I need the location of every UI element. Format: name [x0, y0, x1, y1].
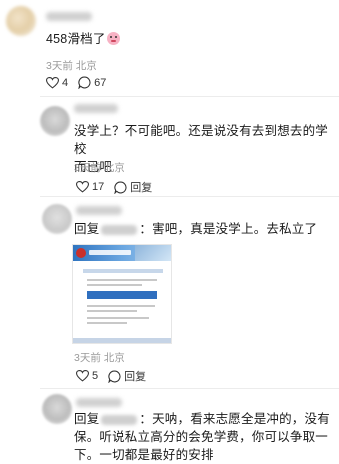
comment-text: 458滑档了 — [46, 30, 120, 48]
avatar[interactable] — [6, 6, 36, 36]
reply-count: 67 — [94, 76, 107, 89]
like-count: 5 — [92, 370, 99, 382]
heart-outline-icon — [46, 76, 59, 89]
comment-actions: 4 67 — [46, 76, 116, 89]
divider — [40, 196, 339, 197]
mentioned-username[interactable] — [101, 224, 138, 235]
username[interactable] — [46, 12, 92, 21]
reply-label: 回复 — [124, 371, 147, 383]
comment-actions: 17 回复 — [76, 179, 162, 195]
like-button[interactable]: 5 — [76, 370, 98, 382]
comment-text: 回复 ：天呐，看来志愿全是冲的，没有 保。听说私立高分的会免学费，你可以争取一 下… — [74, 412, 330, 462]
reply-button[interactable]: 回复 — [114, 179, 152, 195]
speech-bubble-icon — [78, 76, 91, 89]
like-count: 4 — [62, 76, 69, 89]
comment-meta: 3天前 北京 — [74, 162, 125, 174]
comment-actions: 5 回复 — [76, 368, 156, 384]
username[interactable] — [76, 398, 122, 407]
heart-outline-icon — [76, 181, 89, 193]
divider — [40, 96, 339, 97]
reply-button[interactable]: 回复 — [108, 368, 146, 384]
avatar[interactable] — [42, 394, 72, 424]
like-button[interactable]: 4 — [46, 77, 68, 89]
like-count: 17 — [92, 181, 105, 193]
reply-count-button[interactable]: 67 — [78, 76, 106, 89]
avatar[interactable] — [42, 204, 72, 234]
attached-screenshot-image[interactable] — [72, 244, 172, 344]
heart-outline-icon — [76, 370, 89, 382]
like-button[interactable]: 17 — [76, 181, 104, 193]
username[interactable] — [76, 206, 122, 215]
divider — [40, 388, 339, 389]
avatar[interactable] — [40, 106, 70, 136]
speech-bubble-icon — [114, 181, 127, 194]
speech-bubble-icon — [108, 370, 121, 383]
mentioned-username[interactable] — [101, 414, 138, 425]
username[interactable] — [74, 104, 118, 113]
comment-text: 回复 ：害吧，真是没学上。去私立了 — [74, 222, 318, 236]
pig-face-emoji-icon — [106, 32, 120, 45]
comment-meta: 3天前 北京 — [46, 60, 97, 72]
reply-label: 回复 — [130, 182, 153, 194]
comment-meta: 3天前 北京 — [74, 352, 125, 364]
